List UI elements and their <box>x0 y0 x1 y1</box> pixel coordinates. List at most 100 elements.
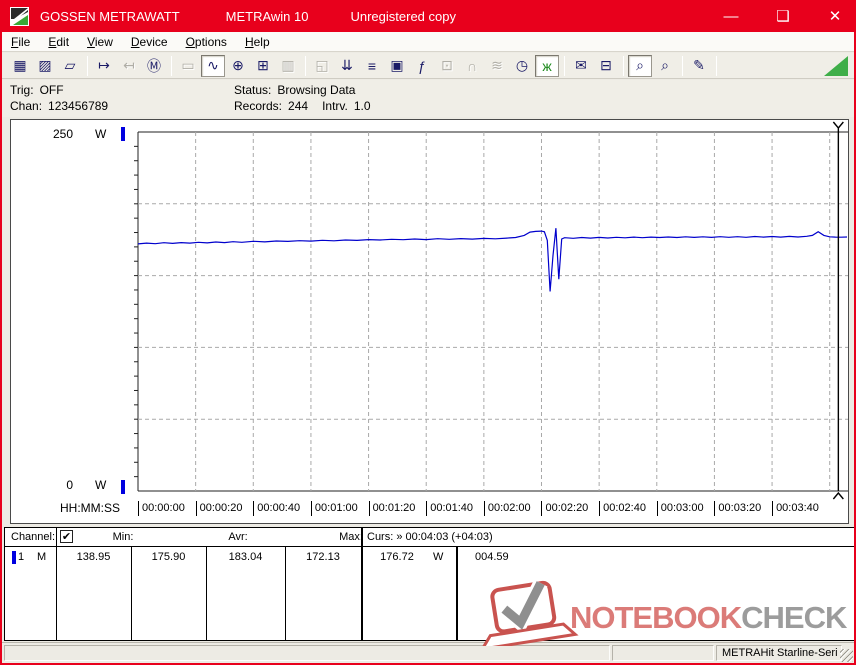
y-axis-min-label: 0 <box>51 478 73 492</box>
close-button[interactable]: ✕ <box>824 7 846 25</box>
mail-export-button[interactable]: ✉ <box>569 55 593 77</box>
write-device-button: ↤ <box>117 55 141 77</box>
x-tick-label: 00:00:20 <box>196 501 243 516</box>
toolbar-separator <box>623 56 624 76</box>
open-file-button[interactable]: ▱ <box>58 55 82 77</box>
x-tick-label: 00:00:40 <box>253 501 300 516</box>
bar-graph-view-button: ▥ <box>276 55 300 77</box>
save-to-device-button[interactable]: ⇊ <box>335 55 359 77</box>
zoom-curve-button[interactable]: ⌕ <box>628 55 652 77</box>
live-monitor-button[interactable]: ▣ <box>385 55 409 77</box>
power-chart <box>11 120 848 523</box>
col-header-cursor: Curs: » 00:04:03 (+04:03) <box>367 528 493 546</box>
app-window: GOSSEN METRAWATT METRAwin 10 Unregistere… <box>0 0 856 665</box>
x-tick-label: 00:03:00 <box>657 501 704 516</box>
channel-status: Chan:123456789 <box>10 98 108 114</box>
notebookcheck-watermark: NOTEBOOKCHECK <box>470 578 854 651</box>
x-axis-format-label: HH:MM:SS <box>60 501 120 515</box>
save-as-button[interactable]: ▨ <box>33 55 57 77</box>
svg-text:NOTEBOOKCHECK: NOTEBOOKCHECK <box>570 600 848 635</box>
x-tick-label: 00:00:00 <box>138 501 185 516</box>
read-device-button[interactable]: ↦ <box>92 55 116 77</box>
cursor-crosshair-button[interactable]: ⊕ <box>226 55 250 77</box>
status-panel: Trig:OFF Chan:123456789 Status:Browsing … <box>2 80 854 117</box>
x-tick-label: 00:03:40 <box>772 501 819 516</box>
trigger-status: Trig:OFF <box>10 82 108 98</box>
app-logo-icon <box>10 7 29 26</box>
x-tick-label: 00:01:40 <box>426 501 473 516</box>
annotation-note-button[interactable]: ✎ <box>687 55 711 77</box>
col-header-channel: Channel: <box>11 528 55 546</box>
toolbar-separator <box>564 56 565 76</box>
toolbar-separator <box>682 56 683 76</box>
toolbar-separator <box>305 56 306 76</box>
x-tick-label: 00:02:40 <box>599 501 646 516</box>
menu-options[interactable]: Options <box>177 33 236 51</box>
memory-recall-button[interactable]: Ⓜ <box>142 55 166 77</box>
toolbar-separator <box>171 56 172 76</box>
formula-fx-button[interactable]: ƒ <box>410 55 434 77</box>
device-settings-button: ⊡ <box>435 55 459 77</box>
cell-avr: 175.90 <box>131 549 206 565</box>
cell-cursor-b-unit: W <box>433 549 451 565</box>
minimize-button[interactable]: — <box>720 8 742 25</box>
save-file-button[interactable]: ▦ <box>8 55 32 77</box>
lcd-display-button: ▭ <box>176 55 200 77</box>
maximize-button[interactable]: ❑ <box>772 7 794 25</box>
x-tick-label: 00:02:00 <box>484 501 531 516</box>
x-tick-label: 00:03:20 <box>714 501 761 516</box>
cell-extra: 004.59 <box>475 549 535 565</box>
channel-color-marker <box>12 551 16 564</box>
cell-min: 138.95 <box>56 549 131 565</box>
col-header-min: Min: <box>100 528 146 546</box>
channel-range-marker-top <box>121 127 125 141</box>
records-status: Records:244Intrv.1.0 <box>234 98 371 114</box>
col-header-avr: Avr: <box>215 528 261 546</box>
menu-device[interactable]: Device <box>122 33 177 51</box>
menu-help[interactable]: Help <box>236 33 279 51</box>
toolbar: ▦▨▱ ↦↤Ⓜ ▭∿⊕⊞▥ ◱⇊≡▣ƒ⊡∩≋◷ж ✉⊟ ⌕⌕ ✎ <box>2 53 854 79</box>
title-product-name: METRAwin 10 <box>226 9 309 24</box>
table-view-button[interactable]: ⊞ <box>251 55 275 77</box>
wave-single-button: ∩ <box>460 55 484 77</box>
trigger-button[interactable]: ж <box>535 55 559 77</box>
cursor-handle-top <box>833 122 843 132</box>
channel-settings-button[interactable]: ≡ <box>360 55 384 77</box>
menu-view[interactable]: View <box>78 33 122 51</box>
title-bar: GOSSEN METRAWATT METRAwin 10 Unregistere… <box>0 0 856 32</box>
x-tick-label: 00:02:20 <box>541 501 588 516</box>
x-tick-label: 00:01:20 <box>369 501 416 516</box>
print-button[interactable]: ⊟ <box>594 55 618 77</box>
toolbar-separator <box>87 56 88 76</box>
wave-multi-button: ≋ <box>485 55 509 77</box>
channel-checkbox[interactable]: ✔ <box>60 530 73 543</box>
cell-cursor-a: 172.13 <box>285 549 361 565</box>
y-axis-unit-bottom: W <box>95 478 106 492</box>
menu-file[interactable]: File <box>2 33 39 51</box>
y-axis-unit-top: W <box>95 127 106 141</box>
title-license-status: Unregistered copy <box>350 9 456 24</box>
zoom-lens-button[interactable]: ⌕ <box>653 55 677 77</box>
menu-edit[interactable]: Edit <box>39 33 78 51</box>
toolbar-separator <box>716 56 717 76</box>
power-trace <box>138 228 847 291</box>
watermark-text-primary: NOTEBOOK <box>570 600 743 635</box>
timer-clock-button[interactable]: ◷ <box>510 55 534 77</box>
export-window-button: ◱ <box>310 55 334 77</box>
chart-panel: 250 W 0 W HH:MM:SS 00:00:00 00:00:20 00:00… <box>10 119 849 524</box>
channel-range-marker-bottom <box>121 480 125 494</box>
menu-bar: FileEditViewDeviceOptionsHelp <box>2 32 854 52</box>
cell-max: 183.04 <box>206 549 285 565</box>
browse-status: Status:Browsing Data <box>234 82 371 98</box>
x-axis-ticks: HH:MM:SS 00:00:00 00:00:20 00:00:40 00:01:0… <box>11 497 850 521</box>
x-tick-label: 00:01:00 <box>311 501 358 516</box>
cell-channel-mode: M <box>37 549 51 565</box>
status-triangle-indicator <box>824 56 848 76</box>
watermark-text-secondary: CHECK <box>741 600 848 635</box>
cell-cursor-b: 176.72 <box>361 549 433 565</box>
laptop-check-icon <box>474 579 576 646</box>
y-axis-max-label: 250 <box>51 127 73 141</box>
graph-view-button[interactable]: ∿ <box>201 55 225 77</box>
title-app-name: GOSSEN METRAWATT <box>40 9 180 24</box>
cell-channel-number: 1 <box>18 549 32 565</box>
